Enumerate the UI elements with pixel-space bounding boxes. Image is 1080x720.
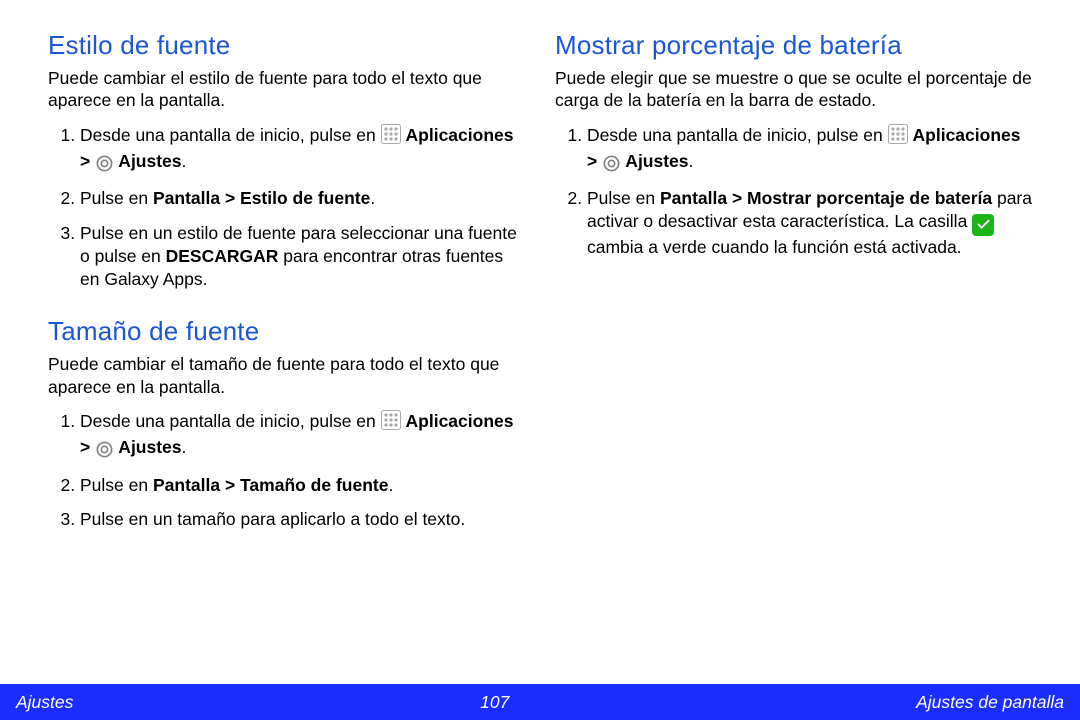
apps-grid-icon bbox=[888, 124, 908, 150]
step-text: Desde una pantalla de inicio, pulse en bbox=[80, 411, 381, 431]
list-item: Pulse en Pantalla > Estilo de fuente. bbox=[80, 187, 525, 210]
list-item: Desde una pantalla de inicio, pulse en bbox=[587, 124, 1032, 176]
steps-battery: Desde una pantalla de inicio, pulse en bbox=[555, 124, 1032, 259]
step-text: . bbox=[388, 475, 393, 495]
manual-page: Estilo de fuente Puede cambiar el estilo… bbox=[0, 0, 1080, 720]
step-text: Ajustes bbox=[114, 151, 181, 171]
list-item: Pulse en un tamaño para aplicarlo a todo… bbox=[80, 508, 525, 531]
step-text: Pulse en bbox=[80, 475, 153, 495]
gear-icon bbox=[95, 153, 114, 176]
step-text: cambia a verde cuando la función está ac… bbox=[587, 237, 962, 257]
step-text: . bbox=[370, 188, 375, 208]
footer-right: Ajustes de pantalla bbox=[916, 692, 1064, 713]
list-item: Pulse en Pantalla > Tamaño de fuente. bbox=[80, 474, 525, 497]
step-text: DESCARGAR bbox=[166, 246, 279, 266]
step-text: Pulse en un tamaño para aplicarlo a todo… bbox=[80, 509, 465, 529]
gear-icon bbox=[602, 153, 621, 176]
checkbox-checked-icon bbox=[972, 214, 994, 236]
heading-font-size: Tamaño de fuente bbox=[48, 316, 525, 347]
content-columns: Estilo de fuente Puede cambiar el estilo… bbox=[48, 30, 1032, 557]
step-text: Desde una pantalla de inicio, pulse en bbox=[80, 125, 381, 145]
section-font-style: Estilo de fuente Puede cambiar el estilo… bbox=[48, 30, 525, 290]
page-footer: Ajustes 107 Ajustes de pantalla bbox=[0, 684, 1080, 720]
list-item: Pulse en un estilo de fuente para selecc… bbox=[80, 222, 525, 290]
step-text: Ajustes bbox=[621, 151, 688, 171]
intro-battery: Puede elegir que se muestre o que se ocu… bbox=[555, 67, 1032, 112]
step-text: . bbox=[689, 151, 694, 171]
step-text: Pulse en bbox=[587, 188, 660, 208]
heading-font-style: Estilo de fuente bbox=[48, 30, 525, 61]
left-column: Estilo de fuente Puede cambiar el estilo… bbox=[48, 30, 525, 557]
list-item: Desde una pantalla de inicio, pulse en bbox=[80, 124, 525, 176]
step-text: Pantalla > Mostrar porcentaje de batería bbox=[660, 188, 992, 208]
step-text: . bbox=[182, 151, 187, 171]
step-text: Pulse en bbox=[80, 188, 153, 208]
footer-page-number: 107 bbox=[480, 692, 509, 713]
right-column: Mostrar porcentaje de batería Puede eleg… bbox=[555, 30, 1032, 557]
step-text: Pantalla > Tamaño de fuente bbox=[153, 475, 389, 495]
steps-font-size: Desde una pantalla de inicio, pulse en bbox=[48, 410, 525, 531]
step-text: Pantalla > Estilo de fuente bbox=[153, 188, 370, 208]
apps-grid-icon bbox=[381, 124, 401, 150]
footer-left: Ajustes bbox=[16, 692, 73, 713]
gear-icon bbox=[95, 439, 114, 462]
list-item: Desde una pantalla de inicio, pulse en bbox=[80, 410, 525, 462]
section-battery: Mostrar porcentaje de batería Puede eleg… bbox=[555, 30, 1032, 258]
apps-grid-icon bbox=[381, 410, 401, 436]
heading-battery: Mostrar porcentaje de batería bbox=[555, 30, 1032, 61]
intro-font-style: Puede cambiar el estilo de fuente para t… bbox=[48, 67, 525, 112]
section-font-size: Tamaño de fuente Puede cambiar el tamaño… bbox=[48, 316, 525, 531]
steps-font-style: Desde una pantalla de inicio, pulse en bbox=[48, 124, 525, 291]
step-text: . bbox=[182, 437, 187, 457]
step-text: Ajustes bbox=[114, 437, 181, 457]
step-text: Desde una pantalla de inicio, pulse en bbox=[587, 125, 888, 145]
list-item: Pulse en Pantalla > Mostrar porcentaje d… bbox=[587, 187, 1032, 258]
intro-font-size: Puede cambiar el tamaño de fuente para t… bbox=[48, 353, 525, 398]
